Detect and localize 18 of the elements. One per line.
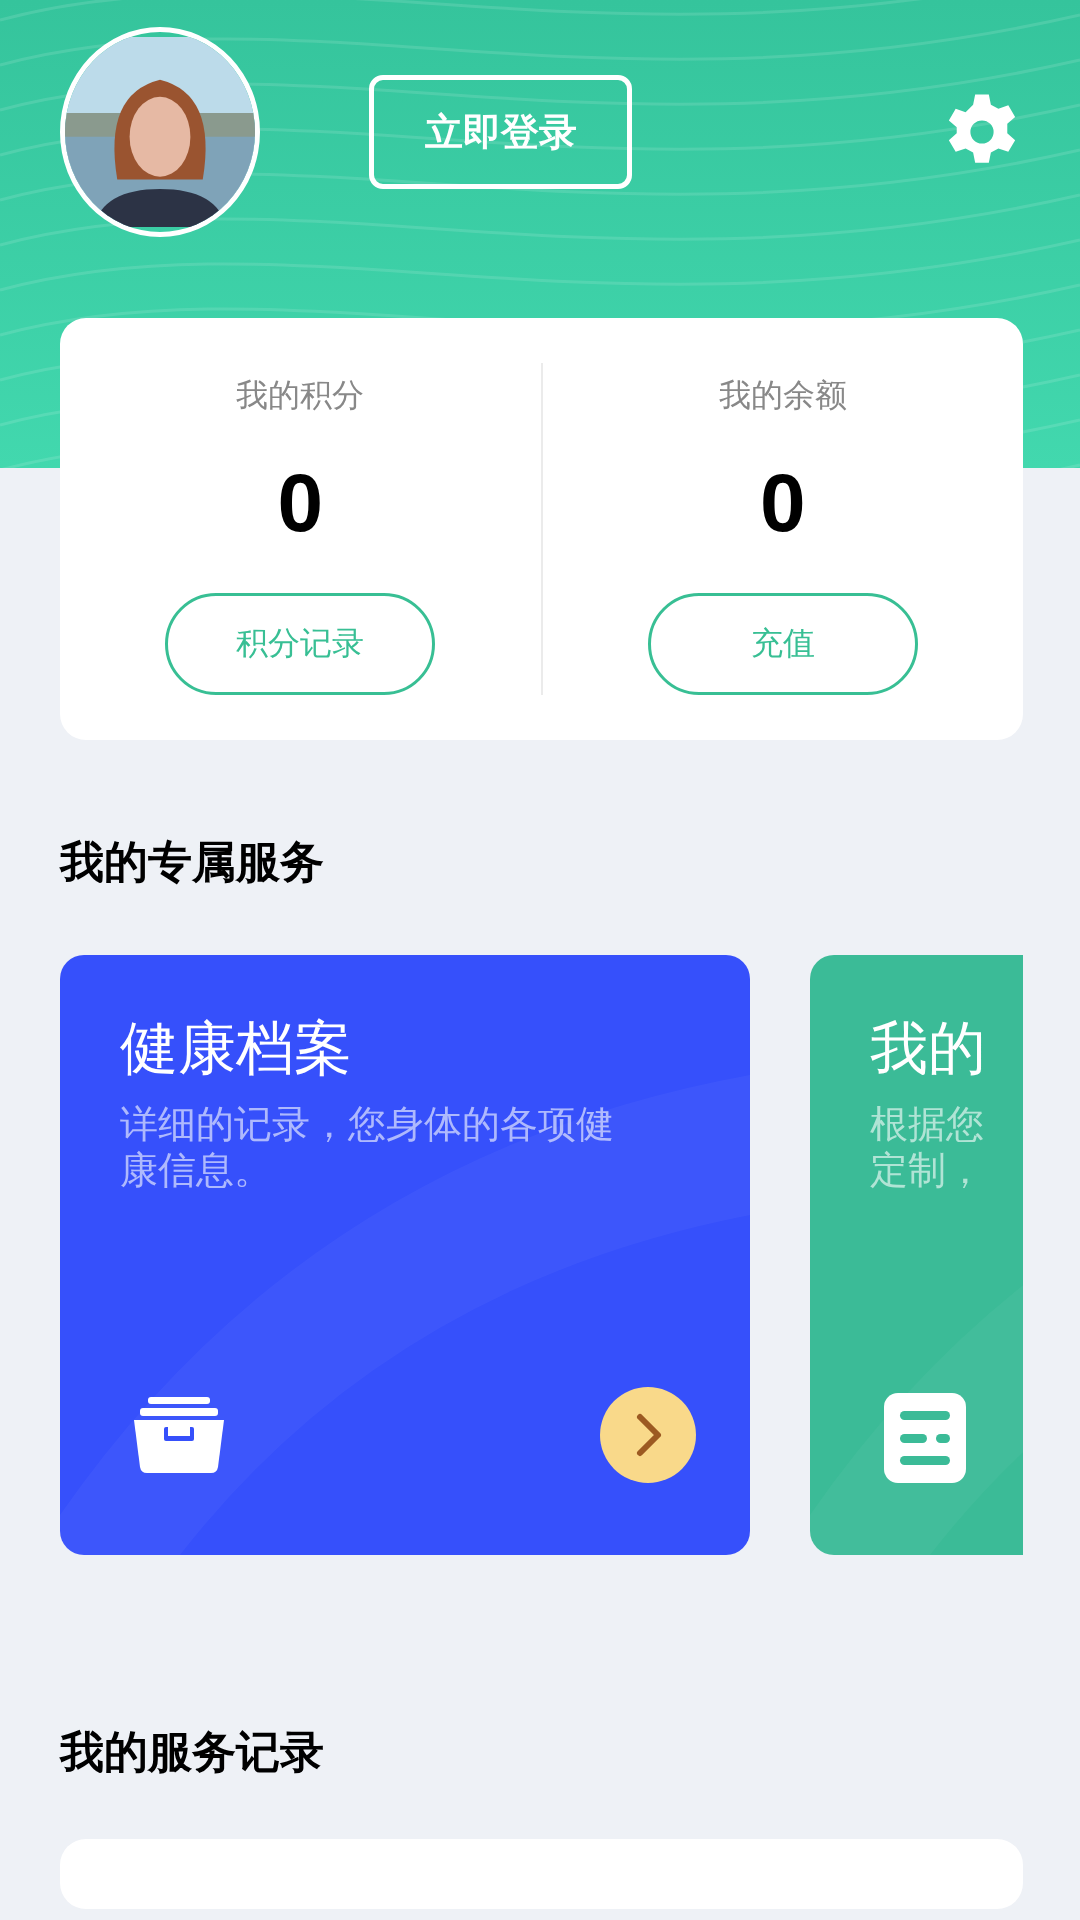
chevron-right-icon[interactable] [600, 1387, 696, 1483]
stat-label: 我的积分 [236, 375, 365, 416]
document-icon [884, 1393, 966, 1483]
section-title: 我的服务记录 [58, 1725, 325, 1779]
stat-value: 0 [759, 456, 806, 550]
card-title: 健康档案 [120, 1015, 353, 1081]
service-card[interactable]: 我的 根据您 定制， [810, 955, 1023, 1555]
login-button[interactable]: 立即登录 [369, 75, 632, 189]
section-title: 我的专属服务 [58, 835, 325, 889]
stat-value: 0 [277, 456, 324, 550]
card-description: 根据您 定制， [870, 1101, 985, 1193]
stat-button[interactable]: 充值 [647, 593, 918, 695]
card-description: 详细的记录，您身体的各项健 康信息。 [120, 1101, 615, 1193]
service-card[interactable]: 健康档案 详细的记录，您身体的各项健 康信息。 [60, 955, 750, 1555]
stat-label: 我的余额 [718, 375, 847, 416]
archive-box-icon [134, 1397, 224, 1473]
stat-button[interactable]: 积分记录 [165, 593, 436, 695]
card-title: 我的 [870, 1015, 987, 1081]
